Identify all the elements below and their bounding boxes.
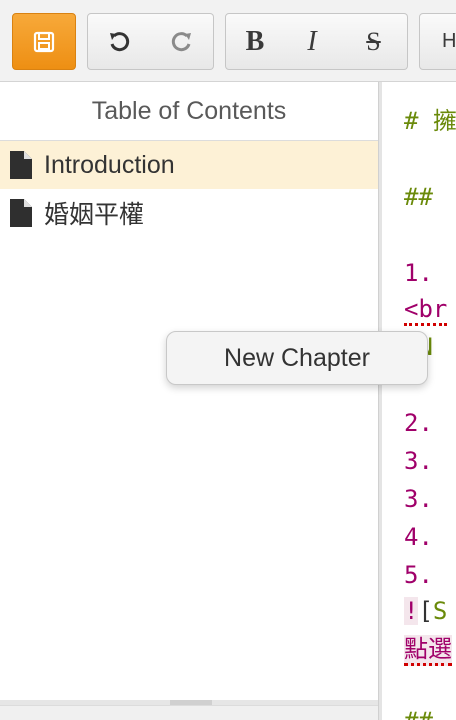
save-icon: [33, 31, 55, 52]
editor-line: 5.: [404, 561, 433, 589]
toc-item-label: Introduction: [44, 150, 175, 179]
html-tag-text: <br: [404, 295, 448, 326]
sidebar-title: Table of Contents: [0, 82, 378, 141]
save-button[interactable]: [12, 13, 76, 70]
editor-line: 3.: [404, 447, 433, 475]
toc-item-chapter[interactable]: 婚姻平權: [0, 189, 378, 237]
context-menu: New Chapter: [166, 331, 428, 385]
strikethrough-button[interactable]: S: [340, 13, 408, 70]
editor-line: <br: [404, 292, 448, 326]
italic-button[interactable]: I: [284, 13, 341, 70]
editor-line: 點選: [404, 632, 452, 666]
image-bracket: [: [418, 597, 433, 625]
editor-line: ##: [404, 704, 433, 720]
heading-button[interactable]: H: [419, 13, 456, 70]
markdown-editor[interactable]: # 擁 ## 1. <br [N 2. 3. 3. 4. 5. ![S 點選 #…: [382, 82, 456, 720]
document-icon: [10, 199, 32, 227]
redo-button[interactable]: [150, 13, 214, 70]
editor-line: 4.: [404, 523, 433, 551]
undo-button[interactable]: [87, 13, 151, 70]
editor-line: 1.: [404, 259, 433, 287]
document-icon: [10, 151, 32, 179]
sidebar-footer: [0, 705, 378, 720]
image-bang: !: [404, 597, 419, 625]
toc-item-introduction[interactable]: Introduction: [0, 141, 378, 189]
heading-label: H: [442, 30, 456, 52]
editor-line: 2.: [404, 409, 433, 437]
italic-label: I: [307, 25, 317, 57]
image-alt-text: S: [432, 597, 448, 625]
bold-label: B: [245, 25, 265, 57]
undo-icon: [110, 31, 130, 51]
markdown-book-editor: B I S H Table of Contents Introduction 婚…: [0, 0, 456, 720]
toc-item-label: 婚姻平權: [44, 201, 145, 229]
table-of-contents-panel: Table of Contents Introduction 婚姻平權: [0, 82, 378, 720]
bold-button[interactable]: B: [225, 13, 285, 70]
redo-icon: [171, 31, 191, 51]
toolbar: B I S H: [0, 0, 456, 82]
editor-line: ##: [404, 183, 433, 211]
strikethrough-label: S: [366, 26, 381, 56]
new-chapter-menu-item[interactable]: New Chapter: [167, 332, 427, 384]
cjk-text: 點選: [404, 635, 452, 666]
editor-line: # 擁: [404, 107, 456, 135]
editor-line: ![S: [404, 594, 447, 628]
editor-line: 3.: [404, 485, 433, 513]
